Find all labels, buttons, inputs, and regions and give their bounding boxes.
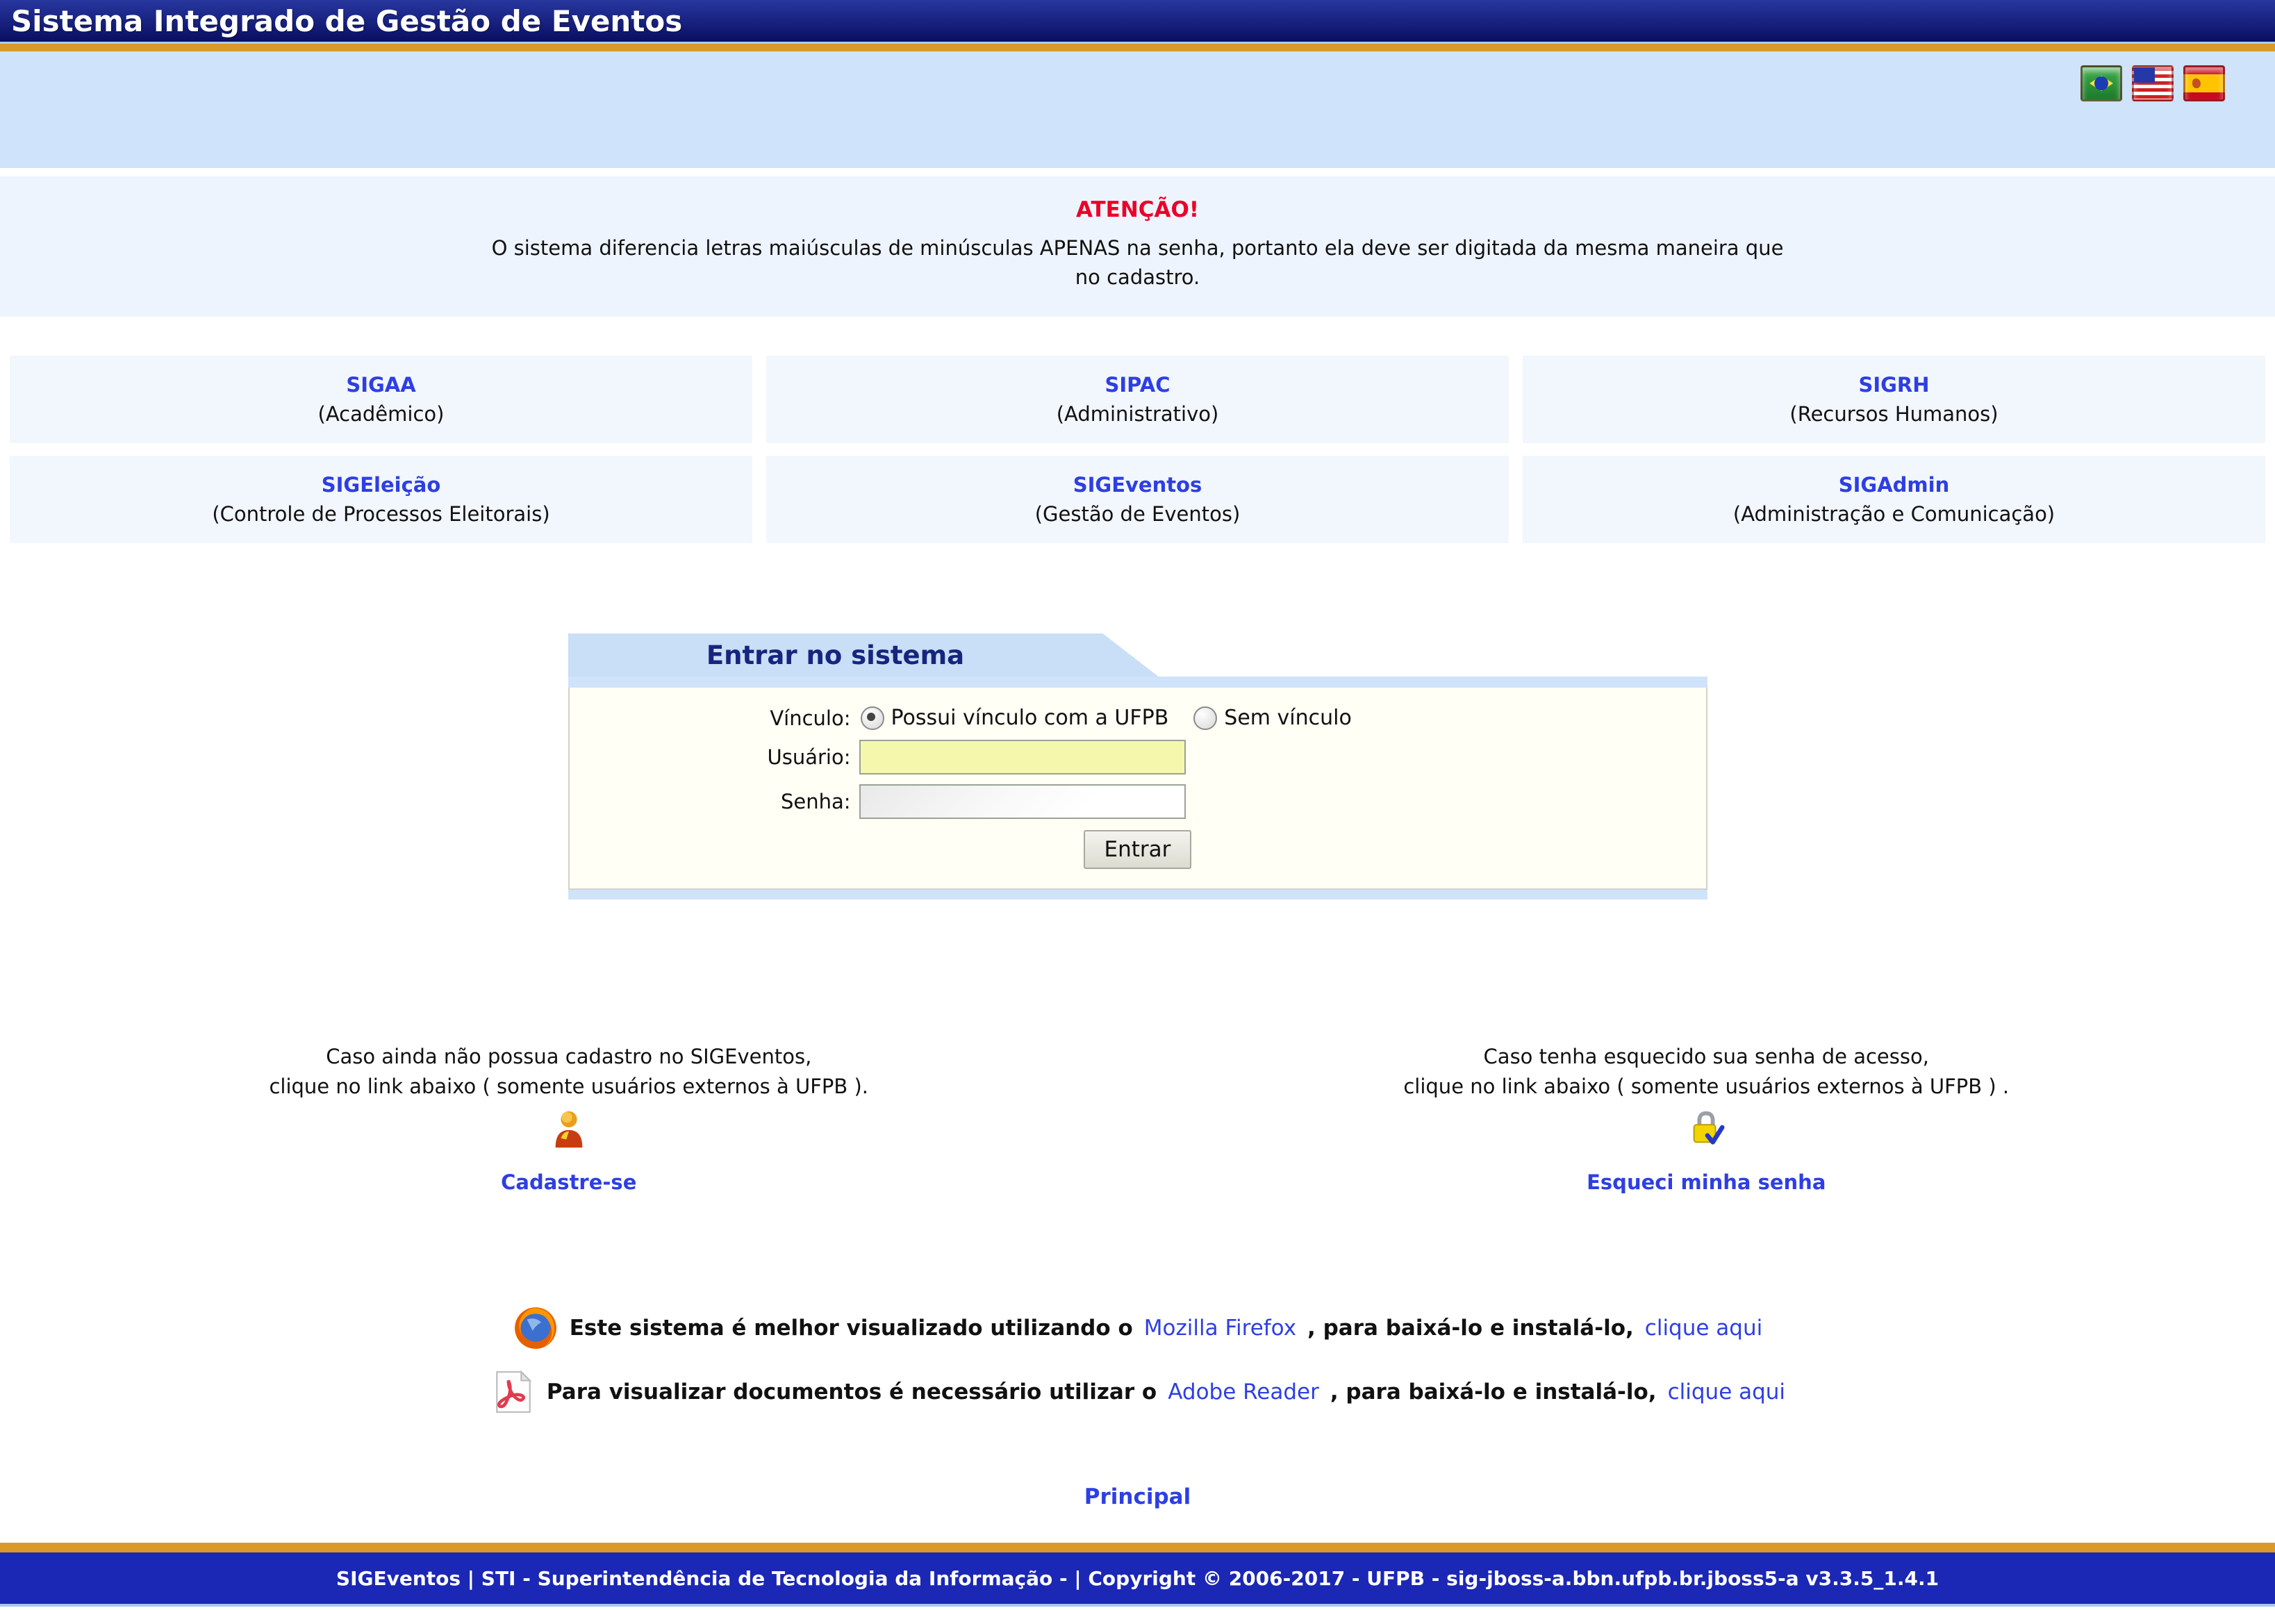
- system-cell-sipac[interactable]: SIPAC (Administrativo): [766, 356, 1509, 443]
- usuario-row: Usuário:: [570, 740, 1706, 774]
- systems-row-2: SIGEleição (Controle de Processos Eleito…: [10, 456, 2265, 543]
- usuario-label: Usuário:: [570, 745, 859, 769]
- login-top-strip: [568, 677, 1707, 688]
- login-tab-row: Entrar no sistema: [568, 633, 1707, 677]
- sigaa-link[interactable]: SIGAA: [346, 373, 415, 397]
- forgot-column: Caso tenha esquecido sua senha de acesso…: [1138, 1042, 2275, 1194]
- attention-text-line2: no cadastro.: [0, 263, 2275, 292]
- adobe-reader-link[interactable]: Adobe Reader: [1168, 1379, 1319, 1405]
- register-column: Caso ainda não possua cadastro no SIGEve…: [0, 1042, 1138, 1194]
- attention-panel: ATENÇÃO! O sistema diferencia letras mai…: [0, 176, 2275, 317]
- footer: SIGEventos | STI - Superintendência de T…: [0, 1543, 2275, 1607]
- senha-row: Senha:: [570, 784, 1706, 819]
- adobe-clique-aqui-link[interactable]: clique aqui: [1668, 1379, 1785, 1405]
- firefox-clique-aqui-link[interactable]: clique aqui: [1645, 1316, 1762, 1341]
- footer-orange-divider: [0, 1543, 2275, 1552]
- login-title: Entrar no sistema: [568, 640, 1103, 670]
- person-icon[interactable]: [549, 1109, 588, 1149]
- sigaa-desc: (Acadêmico): [318, 402, 445, 426]
- attention-heading: ATENÇÃO!: [0, 197, 2275, 222]
- sigrh-desc: (Recursos Humanos): [1789, 402, 1998, 426]
- sigeleicao-link[interactable]: SIGEleição: [322, 473, 441, 497]
- login-tab: Entrar no sistema: [568, 633, 1159, 677]
- login-bottom-strip: [568, 890, 1707, 900]
- system-cell-sigadmin[interactable]: SIGAdmin (Administração e Comunicação): [1523, 456, 2265, 543]
- spain-flag-icon[interactable]: [2183, 65, 2225, 101]
- spain-flag-crest: [2192, 78, 2201, 88]
- sipac-desc: (Administrativo): [1057, 402, 1219, 426]
- login-form: Vínculo: Possui vínculo com a UFPB Sem v…: [568, 688, 1707, 890]
- system-cell-sigeventos[interactable]: SIGEventos (Gestão de Eventos): [766, 456, 1509, 543]
- adobe-text-mid: , para baixá-lo e instalá-lo,: [1330, 1379, 1657, 1405]
- sigadmin-link[interactable]: SIGAdmin: [1839, 473, 1950, 497]
- usuario-input[interactable]: [859, 740, 1186, 774]
- principal-link[interactable]: Principal: [1084, 1484, 1191, 1509]
- footer-bar: SIGEventos | STI - Superintendência de T…: [0, 1552, 2275, 1607]
- systems-row-1: SIGAA (Acadêmico) SIPAC (Administrativo)…: [10, 356, 2265, 443]
- login-box: Entrar no sistema Vínculo: Possui víncul…: [568, 633, 1707, 900]
- system-cell-sigeleicao[interactable]: SIGEleição (Controle de Processos Eleito…: [10, 456, 752, 543]
- language-band: [0, 51, 2275, 168]
- system-cell-sigrh[interactable]: SIGRH (Recursos Humanos): [1523, 356, 2265, 443]
- systems-grid: SIGAA (Acadêmico) SIPAC (Administrativo)…: [10, 356, 2265, 543]
- usa-flag-icon[interactable]: [2132, 65, 2174, 101]
- help-section: Caso ainda não possua cadastro no SIGEve…: [0, 1042, 2275, 1194]
- sigeleicao-desc: (Controle de Processos Eleitorais): [212, 502, 549, 526]
- esqueci-senha-link[interactable]: Esqueci minha senha: [1587, 1170, 1826, 1194]
- sigadmin-desc: (Administração e Comunicação): [1733, 502, 2055, 526]
- senha-label: Senha:: [570, 790, 859, 813]
- adobe-note: Para visualizar documentos é necessário …: [0, 1369, 2275, 1415]
- language-switcher: [2080, 65, 2225, 101]
- entrar-button[interactable]: Entrar: [1084, 830, 1192, 869]
- vinculo-radio-ufpb[interactable]: [861, 706, 884, 730]
- vinculo-row: Vínculo: Possui vínculo com a UFPB Sem v…: [570, 706, 1706, 730]
- principal-row: Principal: [0, 1484, 2275, 1509]
- senha-input[interactable]: [859, 784, 1186, 819]
- sipac-link[interactable]: SIPAC: [1105, 373, 1170, 397]
- sigeventos-link[interactable]: SIGEventos: [1073, 473, 1202, 497]
- firefox-text-pre: Este sistema é melhor visualizado utiliz…: [570, 1316, 1133, 1341]
- firefox-text-mid: , para baixá-lo e instalá-lo,: [1307, 1316, 1634, 1341]
- forgot-text-line1: Caso tenha esquecido sua senha de acesso…: [1138, 1042, 2275, 1072]
- sigeventos-desc: (Gestão de Eventos): [1035, 502, 1241, 526]
- footer-text: SIGEventos | STI - Superintendência de T…: [336, 1567, 1939, 1590]
- cadastre-se-link[interactable]: Cadastre-se: [501, 1170, 636, 1194]
- mozilla-firefox-link[interactable]: Mozilla Firefox: [1144, 1316, 1296, 1341]
- brazil-flag-icon[interactable]: [2080, 65, 2122, 101]
- attention-text-line1: O sistema diferencia letras maiúsculas d…: [0, 233, 2275, 263]
- brazil-flag-globe: [2094, 76, 2108, 90]
- vinculo-option-sem-label[interactable]: Sem vínculo: [1224, 706, 1352, 730]
- firefox-icon: [513, 1305, 559, 1351]
- usa-flag-canton: [2134, 67, 2155, 83]
- pdf-icon: [490, 1369, 536, 1415]
- submit-row: Entrar: [570, 830, 1706, 869]
- register-text-line2: clique no link abaixo ( somente usuários…: [0, 1072, 1138, 1102]
- system-cell-sigaa[interactable]: SIGAA (Acadêmico): [10, 356, 752, 443]
- firefox-note: Este sistema é melhor visualizado utiliz…: [0, 1305, 2275, 1351]
- padlock-icon[interactable]: [1687, 1109, 1726, 1149]
- sigrh-link[interactable]: SIGRH: [1858, 373, 1929, 397]
- vinculo-radio-sem[interactable]: [1193, 706, 1217, 730]
- adobe-text-pre: Para visualizar documentos é necessário …: [547, 1379, 1157, 1405]
- vinculo-option-ufpb-label[interactable]: Possui vínculo com a UFPB: [891, 706, 1169, 730]
- vinculo-label: Vínculo:: [570, 706, 859, 730]
- register-text-line1: Caso ainda não possua cadastro no SIGEve…: [0, 1042, 1138, 1072]
- header-orange-divider: [0, 44, 2275, 51]
- page-title: Sistema Integrado de Gestão de Eventos: [0, 4, 682, 38]
- forgot-text-line2: clique no link abaixo ( somente usuários…: [1138, 1072, 2275, 1102]
- app-header: Sistema Integrado de Gestão de Eventos: [0, 0, 2275, 44]
